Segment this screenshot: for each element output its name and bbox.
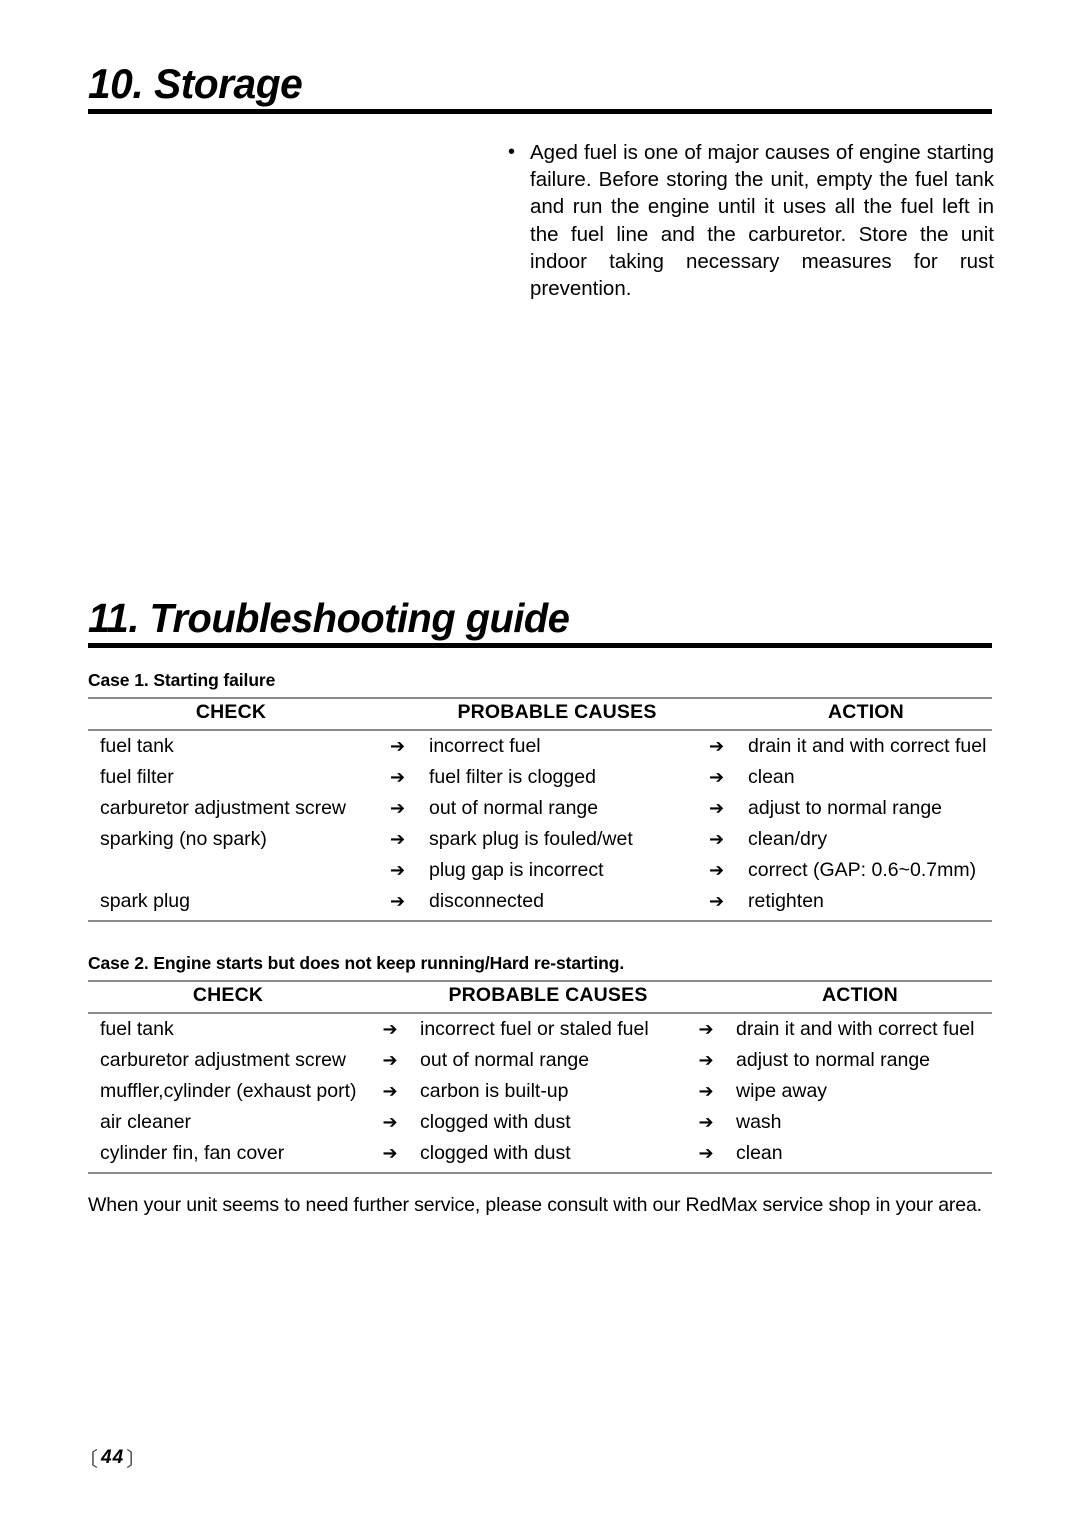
cell-action: clean [748,766,795,788]
cell-action: clean [728,1138,992,1174]
table-row: cylinder fin, fan cover ➔ clogged with d… [88,1138,992,1174]
arrow-right-icon: ➔ [684,1138,728,1174]
cell-check: air cleaner [100,1111,192,1133]
cell-check: fuel filter [100,766,174,788]
troubleshooting-table-case-1: CHECK PROBABLE CAUSES ACTION fuel tank ➔… [88,697,992,922]
column-header-spacer-2 [684,980,728,1014]
arrow-right-icon: ➔ [368,1138,412,1174]
cell-cause: out of normal range [420,1049,590,1071]
page-number-value: 44 [101,1446,125,1468]
arrow-right-icon: ➔ [698,1050,714,1071]
cell-cause: plug gap is incorrect [429,859,604,881]
cell-action: wipe away [736,1080,828,1102]
cell-check: muffler,cylinder (exhaust port) [100,1080,357,1102]
cell-action: clean/dry [748,828,828,850]
cell-action: adjust to normal range [748,797,943,819]
cell-action: correct (GAP: 0.6~0.7mm) [748,859,977,881]
section-heading-troubleshooting: 11. Troubleshooting guide [88,595,992,649]
cell-action: drain it and with correct fuel [748,735,987,757]
table-row: fuel tank ➔ incorrect fuel ➔ drain it an… [88,730,992,762]
arrow-right-icon: ➔ [698,1081,714,1102]
arrow-right-icon: ➔ [389,767,406,788]
cell-cause: spark plug is fouled/wet [429,828,633,850]
cell-check: fuel tank [100,735,174,757]
cell-check: carburetor adjustment screw [100,1049,347,1071]
arrow-right-icon: ➔ [698,1112,714,1133]
arrow-right-icon: ➔ [389,860,406,881]
column-header-action: ACTION [740,697,992,731]
arrow-right-icon: ➔ [382,1112,398,1133]
section-heading-storage: 10. Storage [88,60,992,115]
arrow-right-icon: ➔ [374,886,421,922]
cell-check: carburetor adjustment screw [100,797,347,819]
column-header-probable-causes: PROBABLE CAUSES [412,980,684,1014]
arrow-right-icon: ➔ [708,798,725,819]
cell-action: drain it and with correct fuel [736,1018,975,1040]
column-header-check: CHECK [88,980,368,1014]
cell-cause: clogged with dust [420,1111,571,1133]
cell-check [88,855,374,886]
page-number-right-bracket: 〕 [126,1449,148,1471]
arrow-right-icon: ➔ [698,1019,714,1040]
page-number: 〔 44 〕 [78,1443,147,1472]
table-row: fuel tank ➔ incorrect fuel or staled fue… [88,1013,992,1045]
table-row: fuel filter ➔ fuel filter is clogged ➔ c… [88,762,992,793]
troubleshooting-table-case-2: CHECK PROBABLE CAUSES ACTION fuel tank ➔… [88,980,992,1174]
arrow-right-icon: ➔ [389,829,406,850]
cell-check: fuel tank [100,1018,174,1040]
table-header-row: CHECK PROBABLE CAUSES ACTION [88,980,992,1014]
cell-cause: out of normal range [429,797,599,819]
arrow-right-icon: ➔ [693,886,740,922]
case-2-label: Case 2. Engine starts but does not keep … [88,953,625,973]
arrow-right-icon: ➔ [708,860,725,881]
arrow-right-icon: ➔ [382,1050,398,1071]
arrow-right-icon: ➔ [708,736,725,757]
table-row: carburetor adjustment screw ➔ out of nor… [88,793,992,824]
arrow-right-icon: ➔ [708,767,725,788]
column-header-spacer-2 [693,697,740,731]
table-row: carburetor adjustment screw ➔ out of nor… [88,1045,992,1076]
arrow-right-icon: ➔ [708,829,725,850]
bullet-point-icon: • [508,141,516,163]
table-row: air cleaner ➔ clogged with dust ➔ wash [88,1107,992,1138]
cell-cause: carbon is built-up [420,1080,569,1102]
arrow-right-icon: ➔ [389,798,406,819]
cell-check: cylinder fin, fan cover [88,1138,368,1174]
manual-page: 10. Storage • Aged fuel is one of major … [0,0,1080,1526]
service-footer-note: When your unit seems to need further ser… [88,1194,982,1216]
section-heading-storage-text: 10. Storage [88,60,303,107]
table-row: muffler,cylinder (exhaust port) ➔ carbon… [88,1076,992,1107]
table-row: ➔ plug gap is incorrect ➔ correct (GAP: … [88,855,992,886]
cell-cause: disconnected [421,886,693,922]
page-number-left-bracket: 〔 [78,1449,99,1471]
storage-bullet-item: • Aged fuel is one of major causes of en… [508,139,994,302]
cell-action: retighten [740,886,992,922]
case-1-label: Case 1. Starting failure [88,670,276,690]
column-header-probable-causes: PROBABLE CAUSES [421,697,693,731]
table-row: sparking (no spark) ➔ spark plug is foul… [88,824,992,855]
cell-action: wash [736,1111,782,1133]
table-row: spark plug ➔ disconnected ➔ retighten [88,886,992,922]
column-header-action: ACTION [728,980,992,1014]
cell-cause: clogged with dust [412,1138,684,1174]
section-heading-troubleshooting-text: 11. Troubleshooting guide [88,595,570,641]
cell-cause: incorrect fuel or staled fuel [420,1018,649,1040]
cell-check: spark plug [88,886,374,922]
arrow-right-icon: ➔ [382,1081,398,1102]
heading-rule-troubleshooting [88,643,992,649]
storage-bullet-text: Aged fuel is one of major causes of engi… [530,141,994,301]
arrow-right-icon: ➔ [389,736,406,757]
column-header-check: CHECK [88,697,374,731]
heading-rule-storage [88,109,992,115]
arrow-right-icon: ➔ [382,1019,398,1040]
cell-cause: fuel filter is clogged [429,766,596,788]
cell-check: sparking (no spark) [100,828,267,850]
cell-action: adjust to normal range [736,1049,931,1071]
table-header-row: CHECK PROBABLE CAUSES ACTION [88,697,992,731]
column-header-spacer-1 [368,980,412,1014]
column-header-spacer-1 [374,697,421,731]
storage-bullet-block: • Aged fuel is one of major causes of en… [508,139,994,302]
cell-cause: incorrect fuel [429,735,541,757]
